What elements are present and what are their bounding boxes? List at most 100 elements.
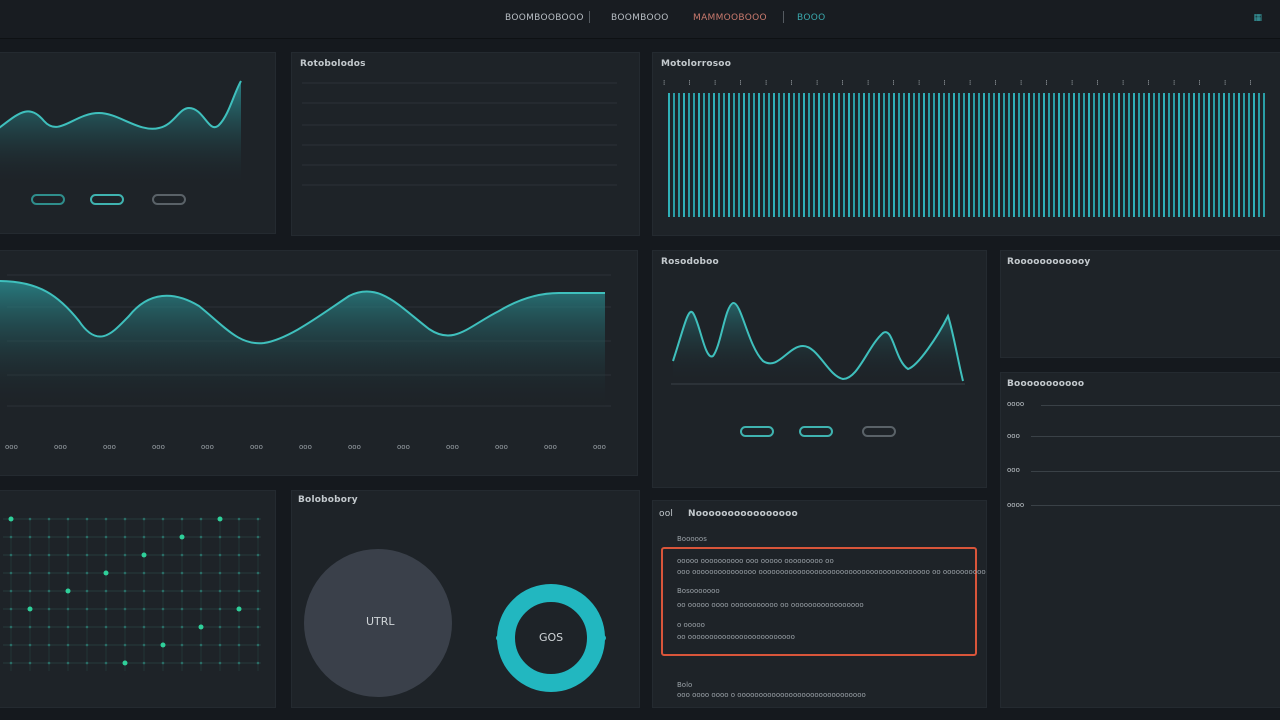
grid-dot: [104, 643, 108, 647]
tick-mark: ⁞: [1071, 79, 1073, 87]
grid-dot: [66, 625, 70, 629]
panel-mid-center-peaks: Rosodoboo: [652, 250, 987, 488]
grid-dot: [47, 589, 51, 593]
x-tick-label: ooo: [250, 443, 263, 451]
grid-dot: [161, 661, 165, 665]
grid-dot: [28, 517, 32, 521]
grid-dot: [85, 643, 89, 647]
grid-dot: [199, 553, 203, 557]
grid-dot: [85, 535, 89, 539]
grid-dot: [198, 624, 204, 630]
tick-mark: ⁞: [740, 79, 742, 87]
grid-dot: [85, 661, 89, 665]
grid-dot: [9, 643, 13, 647]
grid-dot: [199, 661, 203, 665]
grid-dot: [180, 517, 184, 521]
grid-dot: [142, 589, 146, 593]
x-tick-label: ooo: [593, 443, 606, 451]
alert-box[interactable]: ooooo oooooooooo ooo ooooo ooooooooo oo …: [661, 547, 986, 656]
grid-dot: [47, 571, 51, 575]
grid-dot: [47, 625, 51, 629]
nav-tab-3[interactable]: MAMMOOBOOO: [693, 13, 767, 23]
grid-dot: [199, 571, 203, 575]
grid-dot: [28, 589, 32, 593]
grid-dot: [218, 661, 222, 665]
grid-dot: [218, 535, 222, 539]
grid-dot: [180, 589, 184, 593]
grid-dot: [256, 661, 260, 665]
grid-dot: [218, 553, 222, 557]
tick-mark: ⁞: [1020, 79, 1022, 87]
tick-mark: ⁞: [663, 79, 665, 87]
grid-dot: [9, 661, 13, 665]
grid-dot: [104, 661, 108, 665]
nav-tab-4[interactable]: BOOO: [797, 13, 825, 23]
grid-dot: [85, 571, 89, 575]
alert-line: ooo ooooooooooooooo oooooooooooooooooooo…: [677, 568, 986, 576]
nav-tab-2[interactable]: BOOMBOOO: [611, 13, 669, 23]
grid-dot: [180, 643, 184, 647]
tick-mark: ⁞: [842, 79, 844, 87]
grid-dot: [142, 661, 146, 665]
grid-dot: [47, 661, 51, 665]
grid-dot: [66, 553, 70, 557]
grid-dot: [237, 535, 241, 539]
tick-mark: ⁞: [791, 79, 793, 87]
grid-dot: [66, 661, 70, 665]
grid-dot: [217, 516, 223, 522]
grid-dot: [122, 660, 128, 666]
tick-mark: ⁞: [893, 79, 895, 87]
tick-mark: ⁞: [944, 79, 946, 87]
grid-dot: [104, 553, 108, 557]
alert-line: Bosooooooo: [677, 587, 720, 595]
alert-line: ooooo oooooooooo ooo ooooo ooooooooo oo: [677, 557, 834, 565]
grid-dot: [256, 643, 260, 647]
grid-dot: [123, 571, 127, 575]
row-label: ooo: [1007, 432, 1020, 440]
filter-pill-3[interactable]: [152, 194, 186, 205]
grid-dot: [28, 553, 32, 557]
grid-dot: [123, 553, 127, 557]
grid-dot: [236, 606, 242, 612]
grid-dot: [28, 661, 32, 665]
grid-dot: [9, 535, 13, 539]
panel-bottom-left-dot-grid: [0, 490, 276, 708]
grid-dot: [27, 606, 33, 612]
grid-dot: [103, 570, 109, 576]
alert-line: oo ooooo oooo ooooooooooo oo ooooooooooo…: [677, 601, 864, 609]
grid-dot: [123, 589, 127, 593]
panel-top-middle: Rotobolodos: [291, 52, 640, 236]
grid-dot: [123, 625, 127, 629]
tick-mark: ⁞: [969, 79, 971, 87]
filter-pill-2[interactable]: [90, 194, 124, 205]
grid-dot: [180, 625, 184, 629]
grid-dot: [142, 571, 146, 575]
footer-label: Bolo: [677, 681, 693, 689]
filter-pill-2[interactable]: [799, 426, 833, 437]
area-chart-small: [0, 80, 242, 183]
tick-mark: ⁞: [1224, 79, 1226, 87]
filter-pill-3[interactable]: [862, 426, 896, 437]
x-tick-label: ooo: [5, 443, 18, 451]
grid-dot: [237, 625, 241, 629]
filter-pill-1[interactable]: [31, 194, 65, 205]
grid-dot: [47, 517, 51, 521]
nav-tab-1[interactable]: BOOMBOOBOOO: [505, 13, 584, 23]
grid-dot: [142, 535, 146, 539]
panel-top-left-area-chart: [0, 52, 276, 234]
filter-pill-1[interactable]: [740, 426, 774, 437]
grid-dot: [161, 553, 165, 557]
grid-dot: [180, 553, 184, 557]
grid-dot: [218, 589, 222, 593]
grid-dot: [256, 589, 260, 593]
grid-dot: [66, 607, 70, 611]
row-divider: [1031, 436, 1280, 437]
nav-separator: [783, 11, 784, 23]
tick-mark: ⁞: [1122, 79, 1124, 87]
grid-dot: [9, 625, 13, 629]
tick-mark: ⁞: [1148, 79, 1150, 87]
tick-mark: ⁞: [995, 79, 997, 87]
grid-dot: [47, 553, 51, 557]
grid-icon[interactable]: ▦: [1253, 13, 1262, 23]
grid-dot: [161, 517, 165, 521]
